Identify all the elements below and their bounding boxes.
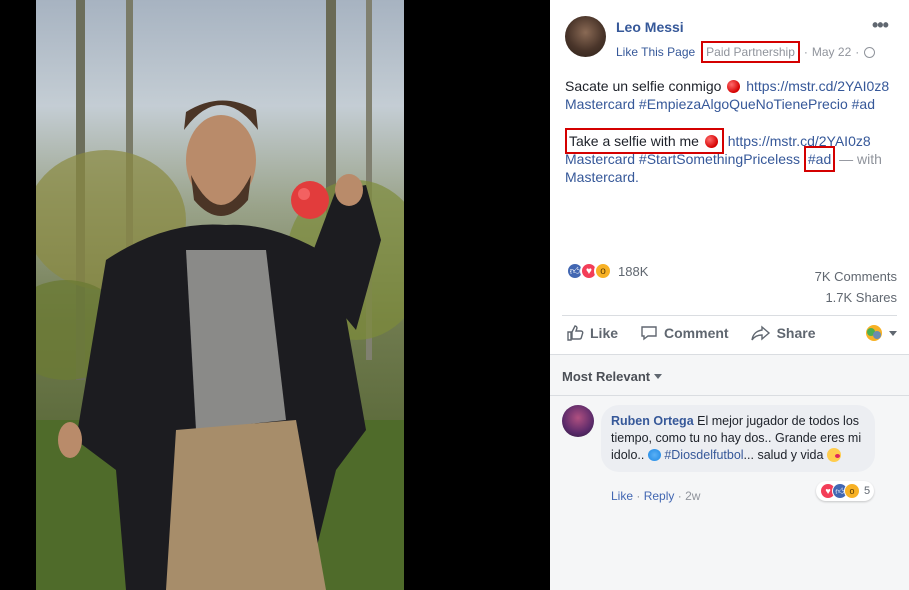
chevron-down-icon (889, 330, 897, 336)
comment-hashtag[interactable]: #Diosdelfutbol (664, 448, 743, 462)
meta-separator-2: · (855, 45, 860, 59)
divider (550, 395, 909, 396)
caret-down-icon (654, 374, 663, 379)
audience-selector-icon (866, 325, 882, 341)
comment-sort-dropdown[interactable]: Most Relevant (562, 369, 663, 384)
reaction-count: 188K (618, 263, 649, 279)
reaction-summary[interactable]: 👍︎ ♥ o 188K (566, 262, 648, 280)
wow-reaction-icon: o (594, 262, 612, 280)
post-link-es[interactable]: https://mstr.cd/2YAI0z8 (746, 78, 889, 94)
comment-icon (641, 326, 657, 341)
haha-reaction-icon: o (844, 483, 860, 499)
comment-actions: Like · Reply · 2w (611, 489, 701, 503)
like-button[interactable]: Like (566, 324, 618, 342)
comment-reaction-count: 5 (864, 485, 871, 497)
post-link-en[interactable]: https://mstr.cd/2YAI0z8 (728, 133, 871, 149)
post-panel: Leo Messi Like This Page Paid Partnershi… (550, 0, 909, 590)
globe-icon (864, 46, 876, 58)
share-button[interactable]: Share (750, 324, 816, 342)
engagement-counts: 7K Comments 1.7K Shares (815, 266, 897, 308)
ad-hashtag[interactable]: #ad (803, 146, 836, 172)
blue-heart-emoji-icon (647, 449, 661, 461)
comment-reactions[interactable]: ♥ 👍︎ o 5 (816, 481, 875, 501)
divider (562, 315, 897, 316)
like-label: Like (590, 325, 619, 341)
post-meta: Like This Page Paid Partnership · May 22… (616, 41, 876, 63)
author-name[interactable]: Leo Messi (616, 19, 684, 35)
comment-like-link[interactable]: Like (611, 489, 633, 503)
post-text-es: Sacate un selfie conmigo https://mstr.cd… (565, 78, 890, 112)
comments-section: Most Relevant Ruben Ortega El mejor juga… (550, 354, 909, 590)
audience-selector[interactable] (865, 324, 897, 342)
comment-label: Comment (664, 325, 729, 341)
shares-count[interactable]: 1.7K Shares (815, 287, 897, 308)
red-circle-emoji-icon (704, 135, 718, 148)
comment-reply-link[interactable]: Reply (644, 489, 675, 503)
comments-count[interactable]: 7K Comments (815, 266, 897, 287)
like-page-link[interactable]: Like This Page (616, 45, 695, 59)
comment-text-2: ... salud y vida (743, 448, 824, 462)
more-options-icon[interactable]: ••• (872, 15, 889, 36)
meta-separator: · (803, 45, 808, 59)
like-icon (567, 325, 584, 341)
comment-button[interactable]: Comment (640, 324, 729, 342)
commenter-avatar[interactable] (562, 405, 594, 437)
with-label: — with (839, 151, 882, 167)
comment-bubble: Ruben Ortega El mejor jugador de todos l… (601, 405, 875, 472)
post-date[interactable]: May 22 (812, 45, 851, 59)
post-text-en: Take a selfie with me https://mstr.cd/2Y… (565, 128, 900, 186)
photo-illustration (36, 0, 404, 590)
post-tags-en[interactable]: Mastercard #StartSomethingPriceless (565, 151, 800, 167)
author-avatar[interactable] (565, 16, 606, 57)
post-tags-es[interactable]: Mastercard #EmpiezaAlgoQueNoTienePrecio … (565, 96, 875, 112)
with-page-link[interactable]: Mastercard. (565, 169, 639, 185)
commenter-name[interactable]: Ruben Ortega (611, 414, 694, 428)
comment-age[interactable]: 2w (685, 489, 700, 503)
share-icon (750, 325, 770, 341)
post-photo[interactable] (36, 0, 404, 590)
comment-sort-label: Most Relevant (562, 369, 651, 384)
red-circle-emoji-icon (727, 80, 741, 93)
action-bar: Like Comment Share (566, 324, 897, 342)
kiss-emoji-icon (826, 448, 841, 462)
photo-viewer (0, 0, 550, 590)
share-label: Share (776, 325, 816, 341)
paid-partnership-label[interactable]: Paid Partnership (701, 41, 800, 63)
